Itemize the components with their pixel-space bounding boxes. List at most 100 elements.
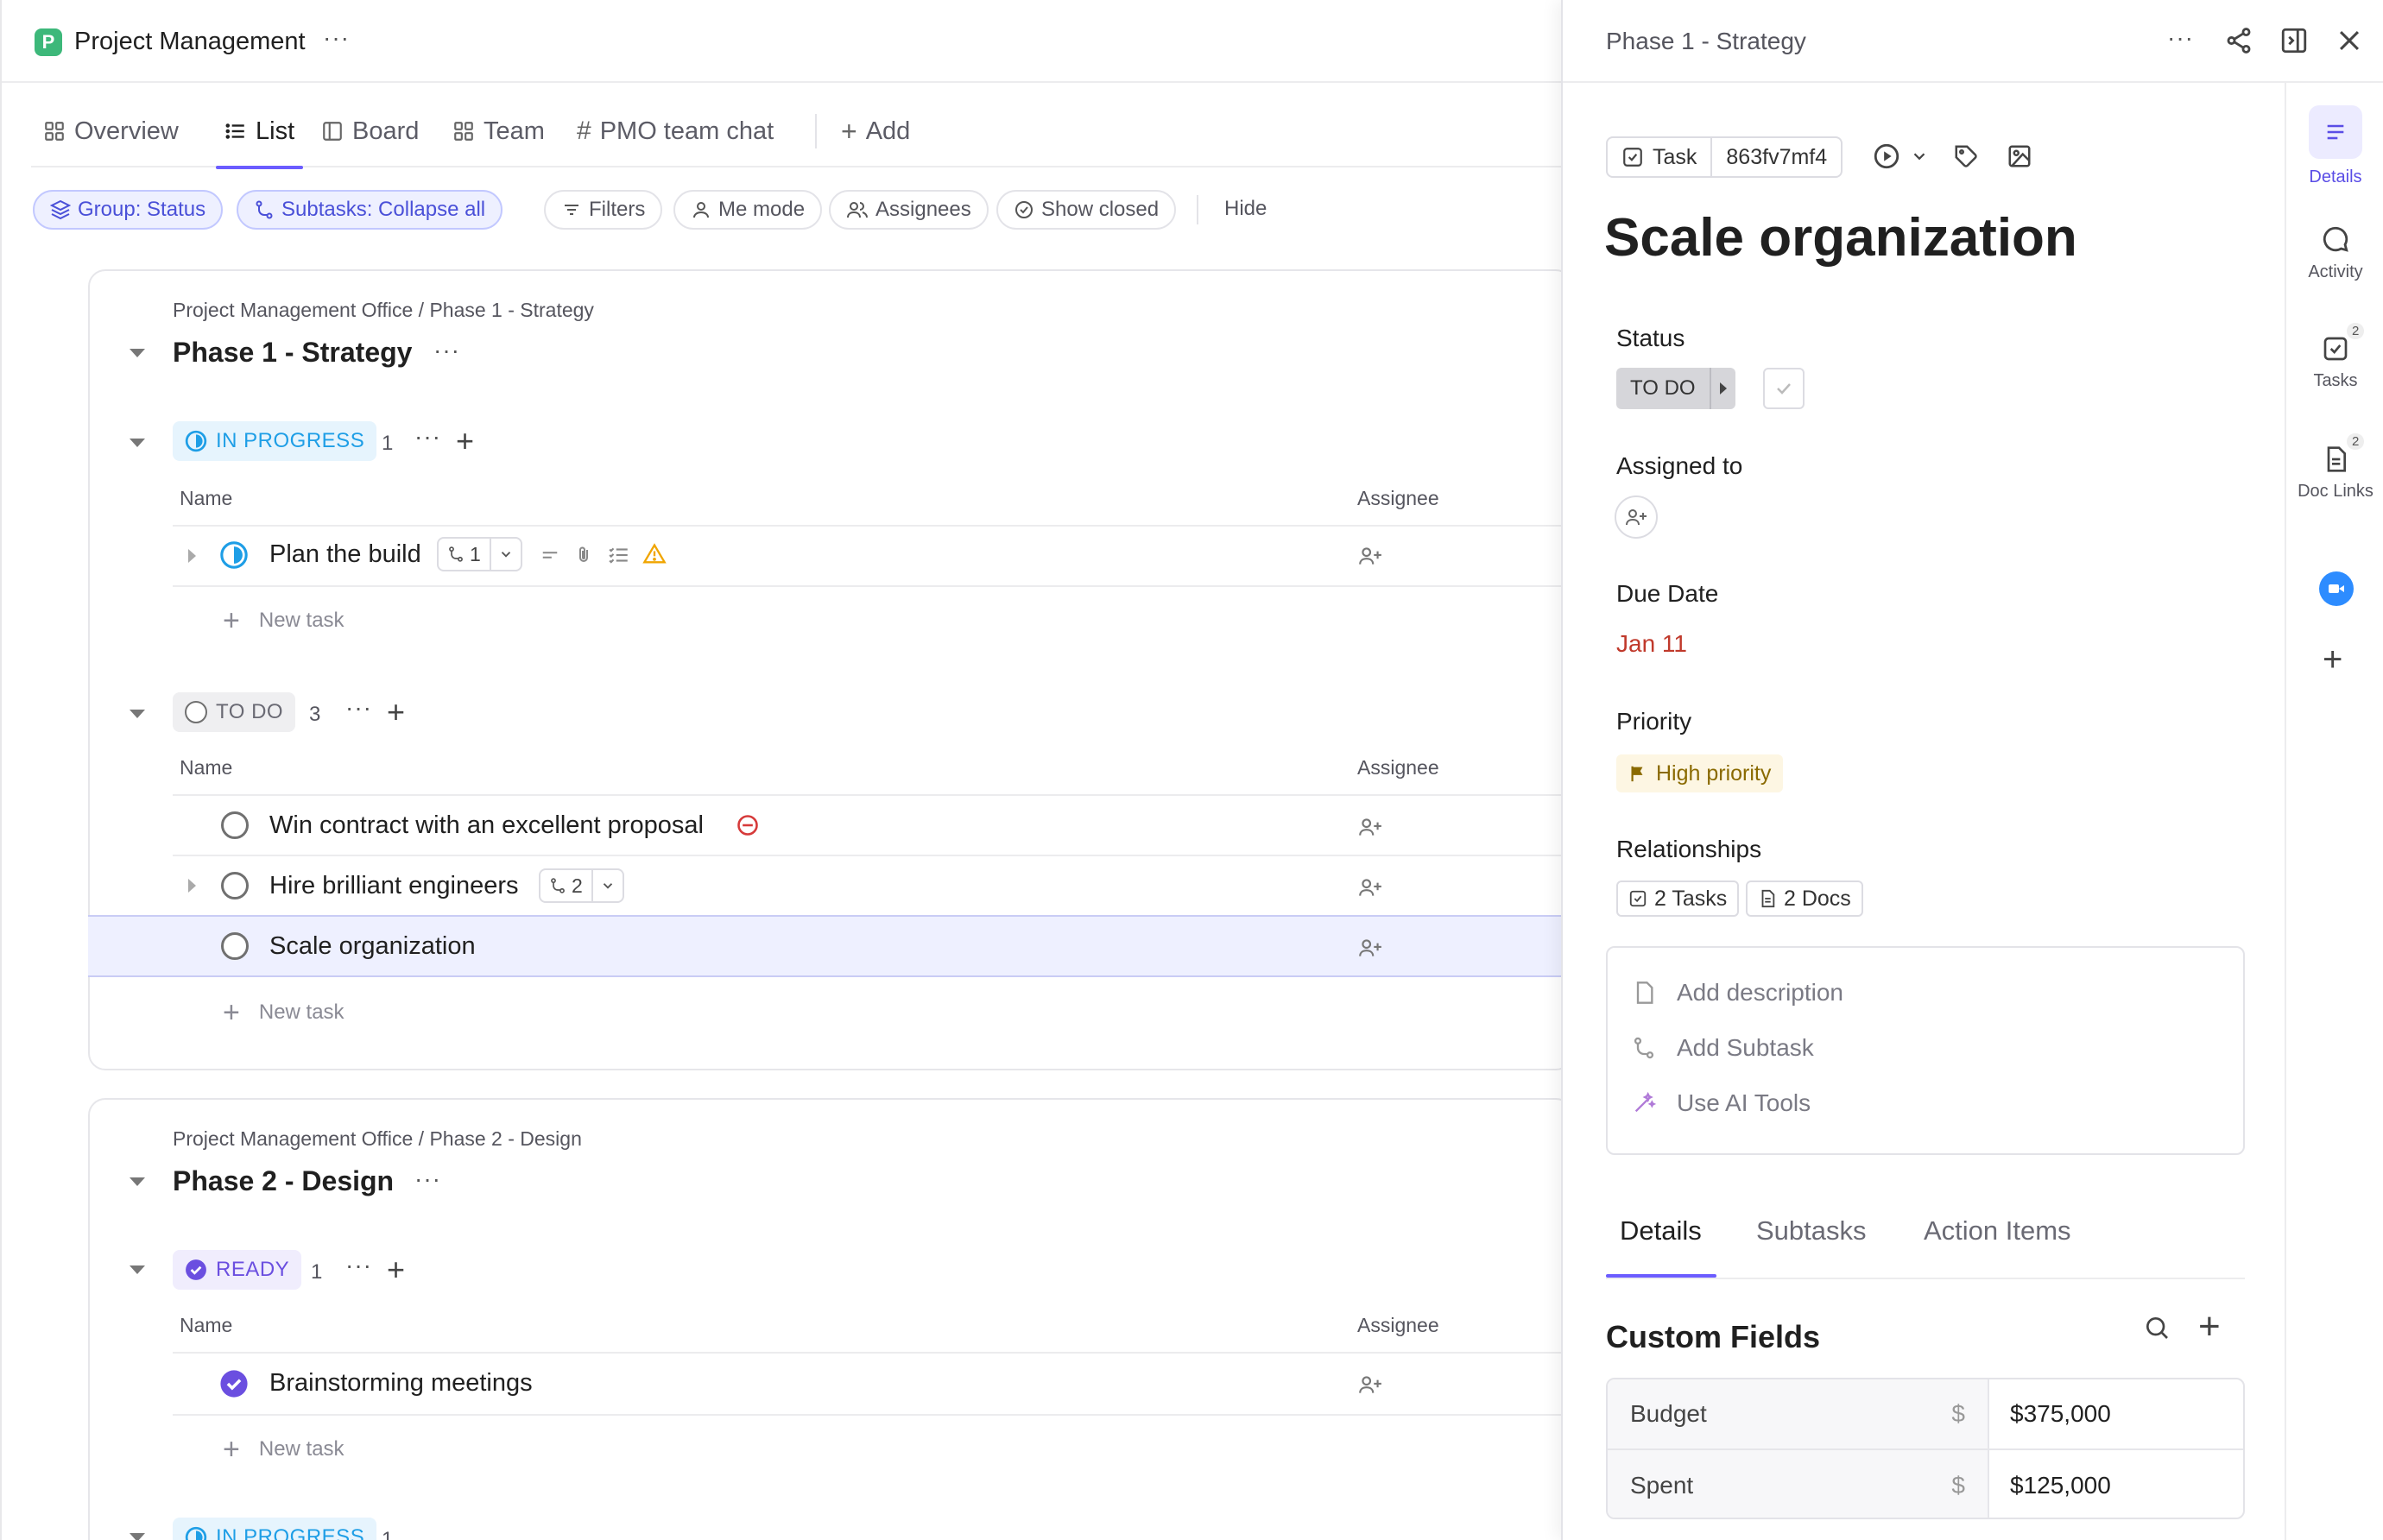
assign-user-icon[interactable]: [1357, 544, 1383, 568]
task-title[interactable]: Scale organization: [1604, 207, 2077, 268]
assign-user-icon[interactable]: [1357, 936, 1383, 960]
phase1-collapse-icon[interactable]: [130, 349, 145, 357]
phase2-breadcrumb[interactable]: Project Management Office / Phase 2 - De…: [173, 1127, 582, 1151]
sidebar-toggle-icon[interactable]: [2279, 26, 2309, 55]
space-header[interactable]: P Project Management: [35, 28, 306, 56]
add-task-plus-icon[interactable]: +: [456, 423, 474, 459]
assign-user-icon[interactable]: [1357, 815, 1383, 839]
assignees-chip[interactable]: Assignees: [829, 190, 989, 230]
add-task-plus-icon[interactable]: +: [387, 1252, 405, 1288]
col-assignee[interactable]: Assignee: [1357, 756, 1439, 779]
tab-pmo-team-chat[interactable]: # PMO team chat: [577, 95, 774, 167]
assign-user-button[interactable]: [1615, 495, 1658, 539]
phase1-title[interactable]: Phase 1 - Strategy: [173, 337, 412, 369]
related-docs-chip[interactable]: 2 Docs: [1746, 880, 1863, 917]
phase1-more-icon[interactable]: ···: [433, 338, 460, 363]
mark-complete-button[interactable]: [1763, 368, 1805, 409]
custom-field-row[interactable]: Budget $ $375,000: [1608, 1379, 2243, 1450]
warning-icon[interactable]: [642, 542, 667, 566]
subtask-count-chip[interactable]: 2: [539, 868, 624, 903]
attachment-icon[interactable]: [573, 544, 594, 566]
todo-status-icon[interactable]: [221, 932, 249, 960]
detail-tab-action-items[interactable]: Action Items: [1924, 1215, 2071, 1247]
task-name[interactable]: Win contract with an excellent proposal: [269, 811, 704, 840]
task-name[interactable]: Brainstorming meetings: [269, 1369, 533, 1398]
task-name[interactable]: Plan the build: [269, 540, 421, 569]
group-more-icon[interactable]: ···: [345, 1253, 372, 1278]
expand-subtasks-icon[interactable]: [188, 879, 196, 893]
show-closed-chip[interactable]: Show closed: [996, 190, 1177, 230]
rail-activity[interactable]: Activity: [2286, 224, 2383, 282]
todo-collapse-icon[interactable]: [130, 710, 145, 718]
col-assignee[interactable]: Assignee: [1357, 487, 1439, 510]
in-progress-collapse-icon[interactable]: [130, 439, 145, 447]
add-subtask-button[interactable]: Add Subtask: [1632, 1034, 1814, 1062]
col-name[interactable]: Name: [180, 487, 232, 510]
field-value[interactable]: $125,000: [1989, 1450, 2243, 1518]
col-name[interactable]: Name: [180, 1314, 232, 1337]
ready-collapse-icon[interactable]: [130, 1265, 145, 1274]
assign-user-icon[interactable]: [1357, 875, 1383, 899]
tab-overview[interactable]: Overview: [43, 95, 179, 167]
status-dropdown[interactable]: TO DO: [1616, 368, 1735, 409]
new-task-button[interactable]: + New task: [223, 1435, 344, 1464]
todo-status-icon[interactable]: [221, 872, 249, 899]
add-task-plus-icon[interactable]: +: [387, 694, 405, 730]
group-more-icon[interactable]: ···: [345, 696, 372, 720]
add-field-plus-icon[interactable]: +: [2198, 1305, 2221, 1348]
new-task-button[interactable]: + New task: [223, 998, 344, 1027]
detail-tab-details[interactable]: Details: [1620, 1215, 1702, 1247]
new-task-button[interactable]: + New task: [223, 606, 344, 635]
subtask-count-chip[interactable]: 1: [437, 537, 522, 571]
in-progress-collapse-icon[interactable]: [130, 1533, 145, 1540]
me-mode-chip[interactable]: Me mode: [673, 190, 823, 230]
close-icon[interactable]: [2335, 26, 2364, 55]
detail-tab-subtasks[interactable]: Subtasks: [1756, 1215, 1867, 1247]
status-pill-ready[interactable]: READY: [173, 1250, 302, 1290]
checklist-icon[interactable]: [608, 544, 630, 566]
rail-tasks[interactable]: Tasks: [2286, 335, 2383, 391]
space-more-icon[interactable]: ···: [323, 26, 350, 50]
related-tasks-chip[interactable]: 2 Tasks: [1616, 880, 1740, 917]
chevron-down-icon[interactable]: [1910, 147, 1929, 166]
add-description-button[interactable]: Add description: [1632, 979, 1843, 1007]
todo-status-icon[interactable]: [221, 811, 249, 839]
tab-board[interactable]: Board: [321, 95, 419, 167]
tab-team[interactable]: Team: [452, 95, 545, 167]
status-pill-in-progress[interactable]: IN PROGRESS: [173, 421, 377, 461]
assign-user-icon[interactable]: [1357, 1373, 1383, 1397]
blocked-icon[interactable]: [736, 813, 760, 837]
due-date-value[interactable]: Jan 11: [1616, 630, 1687, 658]
task-id[interactable]: 863fv7mf4: [1712, 145, 1841, 170]
rail-details[interactable]: Details: [2286, 105, 2383, 187]
task-name[interactable]: Hire brilliant engineers: [269, 872, 519, 900]
priority-chip[interactable]: High priority: [1616, 754, 1784, 792]
phase2-collapse-icon[interactable]: [130, 1177, 145, 1186]
group-more-icon[interactable]: ···: [414, 425, 441, 449]
filters-chip[interactable]: Filters: [544, 190, 663, 230]
rail-add-plus-icon[interactable]: +: [2323, 641, 2342, 679]
search-icon[interactable]: [2143, 1314, 2171, 1341]
col-assignee[interactable]: Assignee: [1357, 1314, 1439, 1337]
subtasks-collapse-chip[interactable]: Subtasks: Collapse all: [237, 190, 503, 230]
phase1-breadcrumb[interactable]: Project Management Office / Phase 1 - St…: [173, 299, 594, 322]
in-progress-status-icon[interactable]: [219, 540, 249, 570]
detail-more-icon[interactable]: ···: [2167, 26, 2194, 50]
add-view-button[interactable]: + Add: [841, 95, 910, 167]
status-pill-todo[interactable]: TO DO: [173, 692, 296, 732]
phase2-title[interactable]: Phase 2 - Design: [173, 1165, 394, 1197]
detail-breadcrumb[interactable]: Phase 1 - Strategy: [1606, 28, 1806, 55]
tag-icon[interactable]: [1953, 143, 1979, 169]
field-value[interactable]: $375,000: [1989, 1379, 2243, 1448]
use-ai-tools-button[interactable]: Use AI Tools: [1632, 1089, 1811, 1117]
tab-list[interactable]: List: [216, 95, 304, 169]
image-icon[interactable]: [2007, 143, 2032, 169]
play-circle-icon[interactable]: [1872, 142, 1901, 171]
custom-field-row[interactable]: Spent $ $125,000: [1608, 1450, 2243, 1518]
ready-status-icon[interactable]: [219, 1369, 249, 1398]
description-icon[interactable]: [540, 546, 559, 565]
task-type-chip[interactable]: Task 863fv7mf4: [1606, 136, 1843, 178]
expand-subtasks-icon[interactable]: [188, 549, 196, 563]
rail-doc-links[interactable]: Doc Links: [2286, 445, 2383, 502]
phase2-more-icon[interactable]: ···: [414, 1167, 441, 1191]
